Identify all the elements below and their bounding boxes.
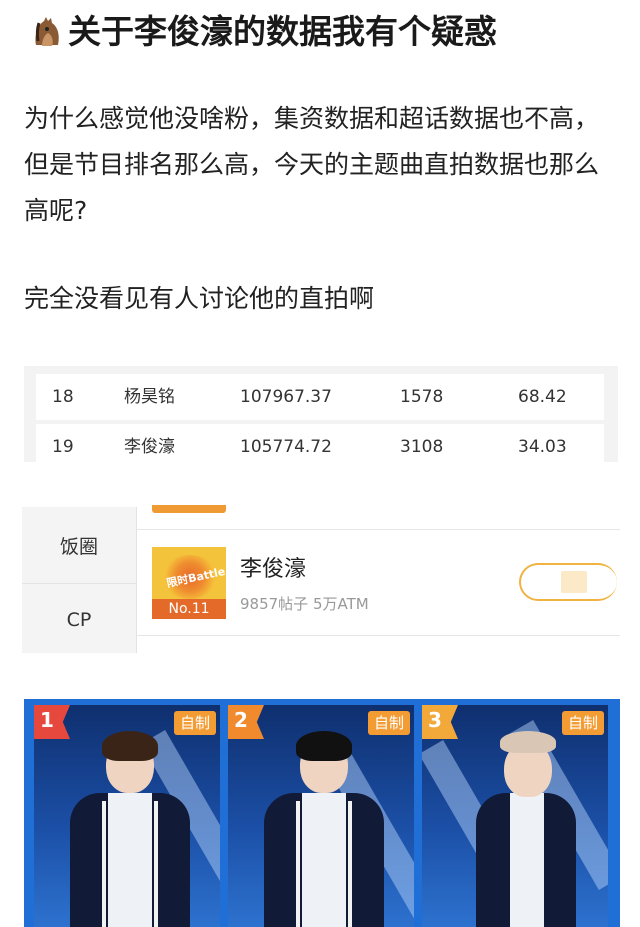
value-cell: 1578 [400, 387, 444, 407]
value-cell: 107967.37 [240, 387, 332, 407]
divider [136, 635, 620, 636]
rank-cell: 19 [52, 437, 74, 457]
rank-flag: 2 [228, 705, 264, 739]
performer-image [462, 731, 592, 927]
post-paragraph-2: 完全没看见有人讨论他的直拍啊 [24, 284, 375, 313]
tab-fanquan[interactable]: 饭圈 [22, 511, 136, 583]
topic-thumbnail[interactable]: 限时Battle No.11 [152, 547, 226, 619]
supertopic-widget: 饭圈 CP 限时Battle No.11 李俊濠 9857帖子 5万ATM [22, 505, 620, 655]
table-row: 19 李俊濠 105774.72 3108 34.03 [36, 424, 604, 462]
rank-flag: 1 [34, 705, 70, 739]
value-cell: 105774.72 [240, 437, 332, 457]
value-cell: 3108 [400, 437, 444, 457]
video-card[interactable]: 2 自制 [228, 705, 414, 927]
category-tabs: 饭圈 CP [22, 507, 137, 653]
name-cell: 杨昊铭 [124, 387, 175, 407]
name-cell: 李俊濠 [124, 437, 175, 457]
follow-button-fill [561, 571, 587, 593]
ranking-table: 18 杨昊铭 107967.37 1578 68.42 19 李俊濠 10577… [24, 366, 618, 462]
follow-button[interactable] [519, 563, 617, 601]
post-title: 关于李俊濠的数据我有个疑惑 [30, 10, 630, 54]
divider [136, 529, 620, 530]
post-paragraph-1: 为什么感觉他没啥粉，集资数据和超话数据也不高，但是节目排名那么高，今天的主题曲直… [24, 104, 600, 225]
self-made-badge: 自制 [561, 711, 604, 735]
self-made-badge: 自制 [173, 711, 216, 735]
post-title-text: 关于李俊濠的数据我有个疑惑 [68, 12, 497, 51]
topic-stats: 9857帖子 5万ATM [240, 595, 369, 613]
performer-image [258, 731, 388, 927]
horse-face-icon [30, 15, 64, 49]
previous-item-badge [152, 505, 226, 513]
performer-image [64, 731, 194, 927]
value-cell: 68.42 [518, 387, 567, 407]
rank-flag: 3 [422, 705, 458, 739]
performance-cards: 1 自制 2 自制 3 自制 [24, 699, 620, 927]
self-made-badge: 自制 [367, 711, 410, 735]
topic-name[interactable]: 李俊濠 [240, 551, 306, 583]
video-card[interactable]: 1 自制 [34, 705, 220, 927]
tab-cp[interactable]: CP [22, 583, 136, 656]
thumbnail-rank: No.11 [152, 599, 226, 619]
video-card[interactable]: 3 自制 [422, 705, 608, 927]
rank-cell: 18 [52, 387, 74, 407]
value-cell: 34.03 [518, 437, 567, 457]
table-row: 18 杨昊铭 107967.37 1578 68.42 [36, 374, 604, 420]
